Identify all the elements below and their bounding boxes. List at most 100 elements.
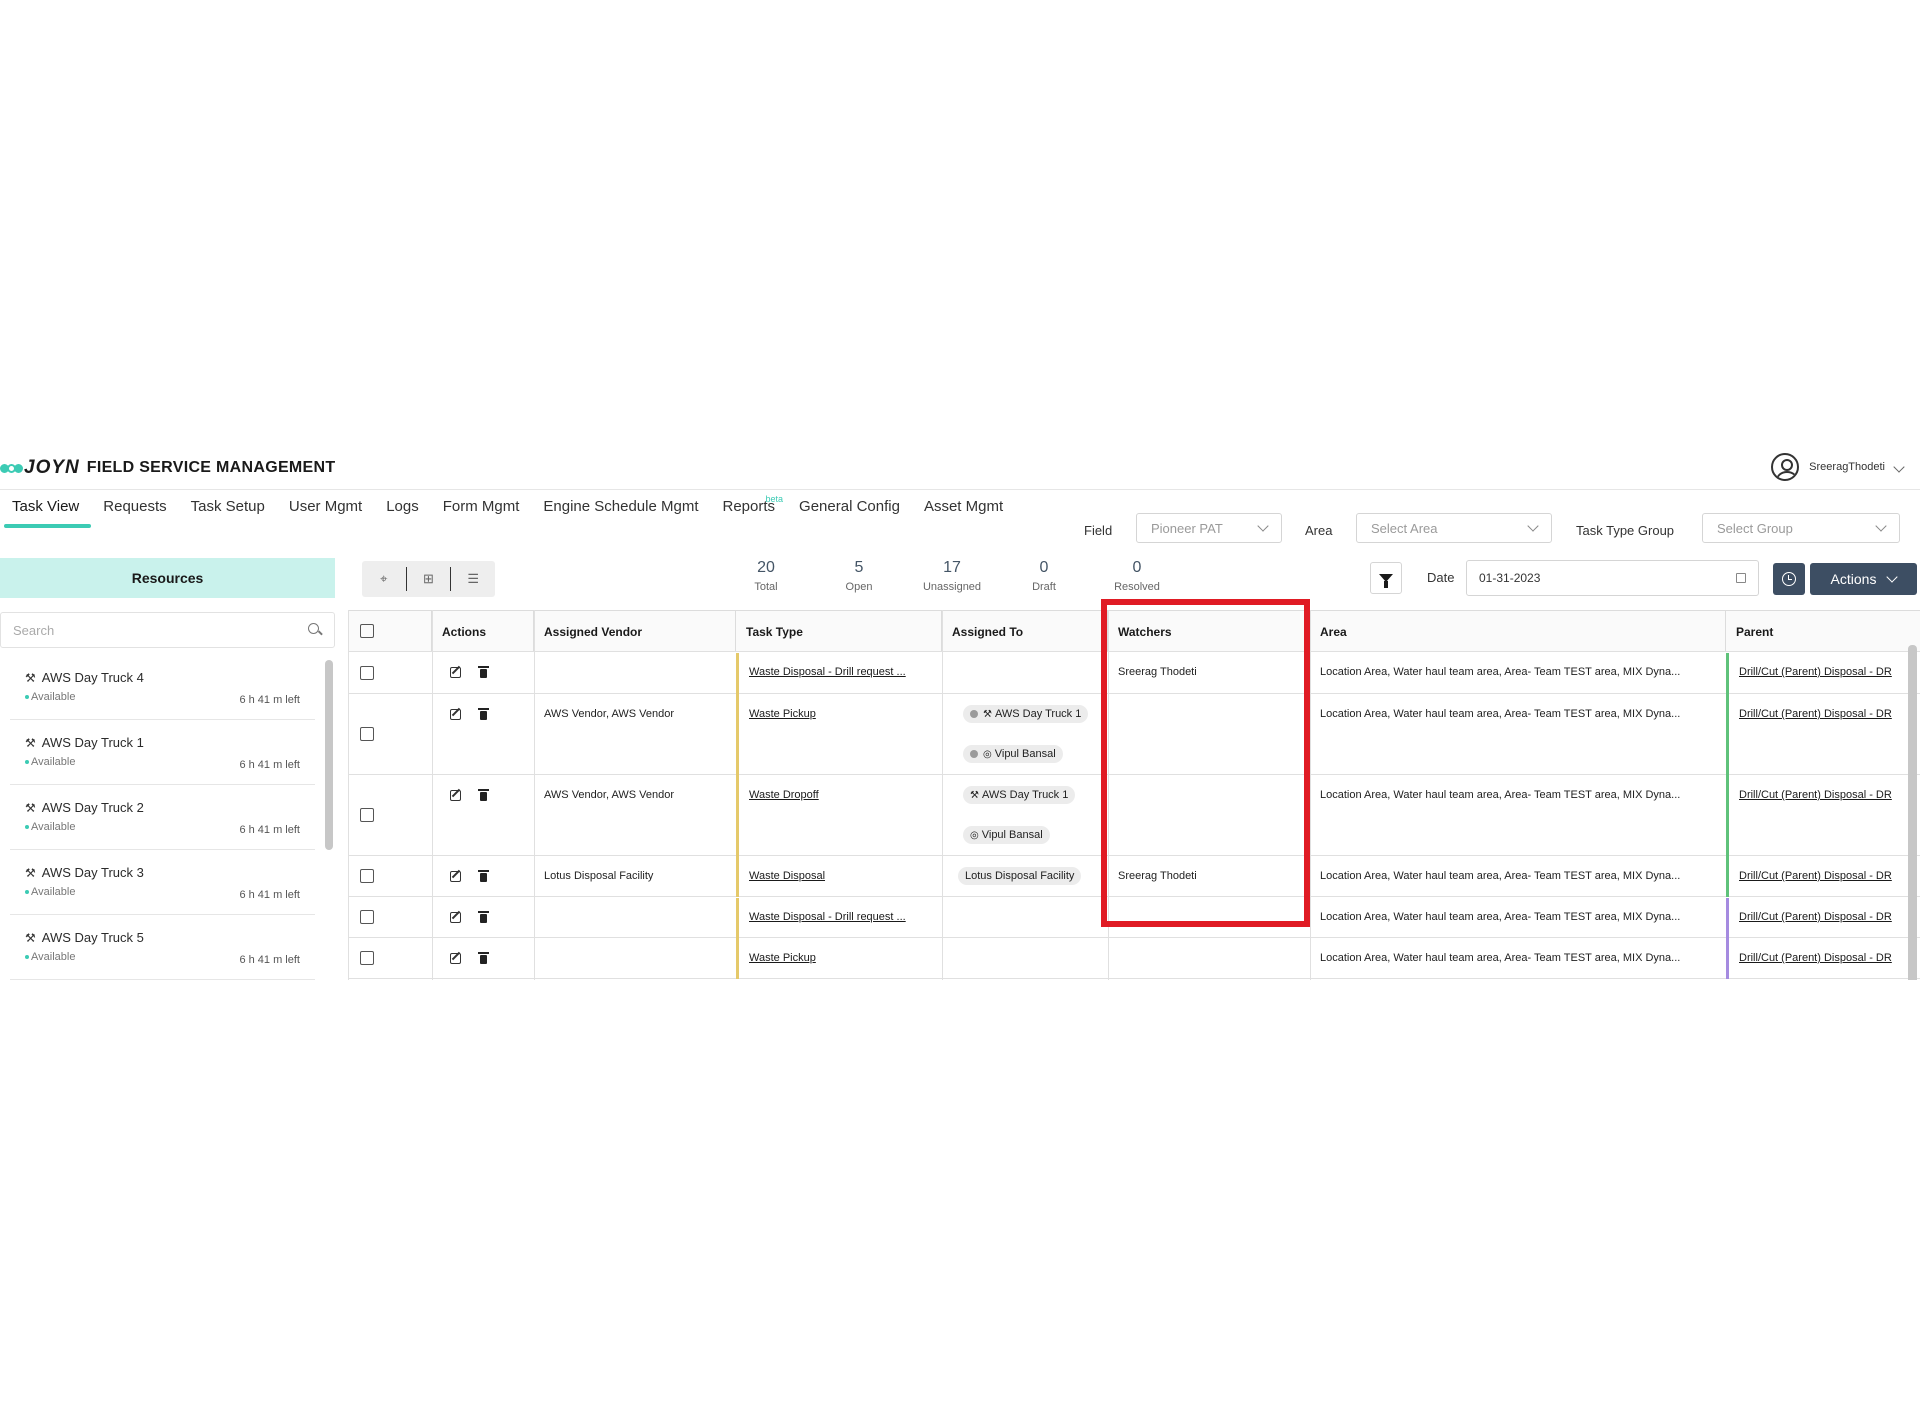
area-cell: Location Area, Water haul team area, Are… (1320, 708, 1681, 720)
edit-icon[interactable] (450, 709, 461, 720)
tab-general-config[interactable]: General Config (787, 498, 912, 528)
header-parent[interactable]: Parent (1726, 611, 1920, 651)
header-assigned-vendor[interactable]: Assigned Vendor (534, 611, 736, 651)
assignee-chip[interactable]: ⚒ AWS Day Truck 1 (963, 786, 1076, 804)
list-view-button[interactable]: ☰ (451, 561, 495, 597)
row-checkbox[interactable] (360, 951, 374, 965)
user-menu[interactable]: SreeragThodeti (1771, 453, 1905, 481)
history-button[interactable] (1773, 563, 1805, 595)
resource-time-left: 6 h 41 m left (239, 824, 300, 836)
chevron-down-icon (1875, 520, 1887, 532)
area-select[interactable]: Select Area (1356, 513, 1552, 543)
tab-task-setup[interactable]: Task Setup (179, 498, 277, 528)
area-cell: Location Area, Water haul team area, Are… (1320, 911, 1681, 923)
resource-item[interactable]: ⚒ AWS Day Truck 5 Available 6 h 41 m left (10, 915, 315, 980)
row-checkbox[interactable] (360, 666, 374, 680)
group-select[interactable]: Select Group (1702, 513, 1900, 543)
actions-button[interactable]: Actions (1810, 563, 1917, 595)
watchers-highlight-box (1101, 599, 1310, 927)
parent-link[interactable]: Drill/Cut (Parent) Disposal - DR (1739, 789, 1892, 801)
resource-item[interactable]: ⚒ AWS Day Truck 3 Available 6 h 41 m left (10, 850, 315, 915)
edit-icon[interactable] (450, 912, 461, 923)
date-input[interactable]: 01-31-2023 (1466, 560, 1759, 596)
parent-link[interactable]: Drill/Cut (Parent) Disposal - DR (1739, 870, 1892, 882)
select-all-cell (348, 611, 432, 651)
delete-icon[interactable] (478, 666, 489, 678)
date-value: 01-31-2023 (1479, 571, 1541, 585)
tab-form-mgmt[interactable]: Form Mgmt (431, 498, 532, 528)
header-task-type[interactable]: Task Type (736, 611, 942, 651)
delete-icon[interactable] (478, 789, 489, 801)
count-total[interactable]: 20 Total (721, 559, 811, 593)
map-pin-icon: ⌖ (380, 571, 388, 586)
table-row[interactable]: Waste Pickup Location Area, Water haul t… (348, 939, 1920, 979)
count-unassigned[interactable]: 17 Unassigned (907, 559, 997, 593)
resource-item[interactable]: ⚒ AWS Day Truck 1 Available 6 h 41 m left (10, 720, 315, 785)
delete-icon[interactable] (478, 870, 489, 882)
resource-scrollbar[interactable] (325, 660, 335, 980)
header-area[interactable]: Area (1310, 611, 1726, 651)
assignee-chip[interactable]: ⚒ AWS Day Truck 1 (963, 705, 1089, 723)
parent-link[interactable]: Drill/Cut (Parent) Disposal - DR (1739, 952, 1892, 964)
tab-logs[interactable]: Logs (374, 498, 431, 528)
table-scrollbar[interactable] (1908, 645, 1917, 980)
select-all-checkbox[interactable] (360, 624, 374, 638)
task-type-link[interactable]: Waste Disposal (749, 870, 825, 882)
tab-reports[interactable]: Reports beta (711, 494, 788, 528)
task-type-link[interactable]: Waste Pickup (749, 952, 816, 964)
calendar-icon[interactable] (1736, 573, 1746, 583)
scroll-thumb[interactable] (325, 660, 333, 850)
search-icon[interactable] (308, 623, 322, 637)
delete-icon[interactable] (478, 911, 489, 923)
count-open[interactable]: 5 Open (814, 559, 904, 593)
field-select[interactable]: Pioneer PAT (1136, 513, 1282, 543)
brand-logo: JOYN FIELD SERVICE MANAGEMENT (0, 456, 335, 480)
tab-requests[interactable]: Requests (91, 498, 178, 528)
resource-item[interactable]: ⚒ AWS Day Truck 4 Available 6 h 41 m left (10, 655, 315, 720)
resource-search-input[interactable]: Search (0, 612, 335, 648)
count-draft[interactable]: 0 Draft (999, 559, 1089, 593)
vendor-cell: AWS Vendor, AWS Vendor (544, 708, 675, 720)
row-checkbox[interactable] (360, 727, 374, 741)
tools-icon: ⚒ (970, 789, 979, 801)
count-resolved[interactable]: 0 Resolved (1092, 559, 1182, 593)
resources-button[interactable]: Resources (0, 558, 335, 598)
vendor-cell: Lotus Disposal Facility (544, 870, 654, 882)
edit-icon[interactable] (450, 790, 461, 801)
area-select-placeholder: Select Area (1371, 520, 1438, 536)
grid-view-button[interactable]: ⊞ (407, 561, 451, 597)
parent-link[interactable]: Drill/Cut (Parent) Disposal - DR (1739, 708, 1892, 720)
row-checkbox[interactable] (360, 910, 374, 924)
row-checkbox[interactable] (360, 869, 374, 883)
task-type-link[interactable]: Waste Disposal - Drill request ... (749, 911, 906, 923)
assignee-chip[interactable]: ◎ Vipul Bansal (963, 826, 1050, 844)
assignee-chip[interactable]: ◎ Vipul Bansal (963, 745, 1063, 763)
parent-link[interactable]: Drill/Cut (Parent) Disposal - DR (1739, 666, 1892, 678)
assignee-name: Vipul Bansal (981, 829, 1043, 841)
header-actions[interactable]: Actions (432, 611, 534, 651)
task-type-link[interactable]: Waste Disposal - Drill request ... (749, 666, 906, 678)
group-select-placeholder: Select Group (1717, 520, 1793, 536)
edit-icon[interactable] (450, 953, 461, 964)
delete-icon[interactable] (478, 708, 489, 720)
edit-icon[interactable] (450, 871, 461, 882)
task-type-link[interactable]: Waste Dropoff (749, 789, 819, 801)
tab-user-mgmt[interactable]: User Mgmt (277, 498, 374, 528)
filter-button[interactable] (1370, 562, 1402, 594)
assignee-chip[interactable]: Lotus Disposal Facility (958, 867, 1082, 885)
map-view-button[interactable]: ⌖ (362, 561, 406, 597)
parent-link[interactable]: Drill/Cut (Parent) Disposal - DR (1739, 911, 1892, 923)
header-assigned-to[interactable]: Assigned To (942, 611, 1108, 651)
tab-engine-schedule-mgmt[interactable]: Engine Schedule Mgmt (531, 498, 710, 528)
row-status-bar (736, 898, 739, 979)
delete-icon[interactable] (478, 952, 489, 964)
row-checkbox[interactable] (360, 808, 374, 822)
task-type-link[interactable]: Waste Pickup (749, 708, 816, 720)
resource-status: Available (31, 886, 76, 898)
edit-icon[interactable] (450, 667, 461, 678)
area-cell: Location Area, Water haul team area, Are… (1320, 789, 1681, 801)
resource-item[interactable]: ⚒ AWS Day Truck 2 Available 6 h 41 m left (10, 785, 315, 850)
chevron-down-icon (1257, 520, 1269, 532)
tab-task-view[interactable]: Task View (0, 498, 92, 528)
tab-asset-mgmt[interactable]: Asset Mgmt (912, 498, 1015, 528)
